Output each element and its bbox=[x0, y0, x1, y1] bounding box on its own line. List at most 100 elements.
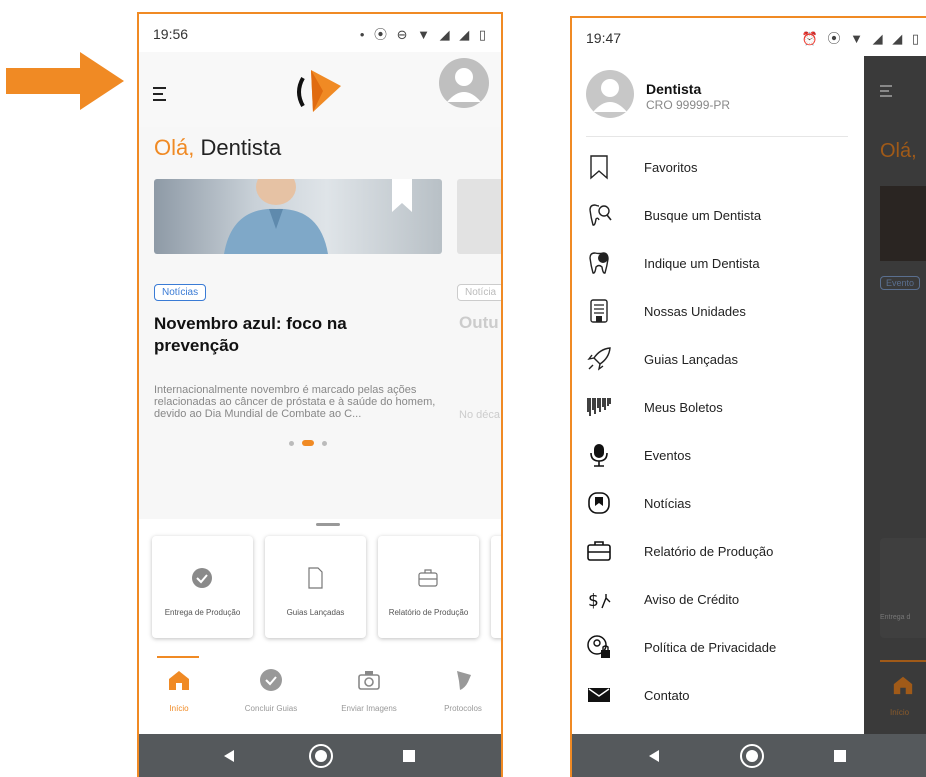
background-tab-label: Início bbox=[890, 708, 910, 717]
menu-item-label: Aviso de Crédito bbox=[644, 592, 740, 607]
recents-button[interactable] bbox=[820, 734, 860, 777]
android-nav-bar bbox=[572, 734, 926, 777]
back-triangle-icon bbox=[649, 749, 659, 762]
next-news-title: Outu bbox=[459, 313, 499, 332]
menu-item-label: Contato bbox=[644, 688, 690, 703]
menu-item-label: Relatório de Produção bbox=[644, 544, 774, 559]
status-time: 19:56 bbox=[153, 26, 189, 42]
menu-item-label: Guias Lançadas bbox=[644, 352, 738, 367]
envelope-icon bbox=[588, 688, 610, 702]
status-bar: 19:56 • ⦿ ⊖ ▼ ◢ ◢ ▯ bbox=[139, 14, 501, 52]
tab-label: Protocolos bbox=[444, 704, 482, 713]
news-icon bbox=[588, 492, 610, 514]
shield-icon bbox=[457, 671, 471, 690]
phone-home-screen: 19:56 • ⦿ ⊖ ▼ ◢ ◢ ▯ Olá, Dentista Notíci… bbox=[137, 12, 503, 777]
menu-item-guias-lancadas[interactable]: Guias Lançadas bbox=[572, 338, 864, 386]
menu-item-label: Nossas Unidades bbox=[644, 304, 746, 319]
menu-item-meus-boletos[interactable]: Meus Boletos bbox=[572, 386, 864, 434]
tab-concluir-guias[interactable]: Concluir Guias bbox=[231, 656, 311, 724]
quick-action-relatorio[interactable]: Relatório de Produção bbox=[378, 536, 479, 638]
background-greeting: Olá, bbox=[880, 140, 917, 162]
status-icons: • ⦿ ⊖ ▼ ◢ ◢ ▯ bbox=[359, 27, 489, 42]
next-news-tag: Notícia bbox=[457, 284, 501, 301]
building-icon bbox=[590, 299, 608, 323]
menu-icon[interactable] bbox=[147, 76, 183, 112]
background-quick-card bbox=[880, 538, 926, 638]
menu-item-label: Indique um Dentista bbox=[644, 256, 760, 271]
profile-name: Dentista bbox=[646, 81, 702, 97]
profile-cro: CRO 99999-PR bbox=[646, 98, 731, 112]
briefcase-icon bbox=[418, 569, 438, 587]
menu-item-noticias[interactable]: Notícias bbox=[572, 482, 864, 530]
money-icon: $ bbox=[588, 591, 611, 611]
background-card-label: Entrega d bbox=[880, 614, 911, 621]
check-circle-icon bbox=[260, 669, 282, 691]
carousel-dots bbox=[289, 440, 327, 446]
quick-action-label: Guias Lançadas bbox=[286, 608, 345, 617]
quick-action-guias[interactable]: Guias Lançadas bbox=[265, 536, 366, 638]
tab-protocolos[interactable]: Protocolos bbox=[423, 656, 501, 724]
home-circle-icon bbox=[309, 743, 333, 768]
home-button[interactable] bbox=[732, 734, 772, 777]
user-icon bbox=[593, 79, 627, 112]
background-home-icon bbox=[893, 676, 913, 695]
quick-action-label: Entrega de Produção bbox=[164, 608, 241, 617]
menu-item-contato[interactable]: Contato bbox=[572, 674, 864, 722]
menu-item-eventos[interactable]: Eventos bbox=[572, 434, 864, 482]
briefcase-icon bbox=[587, 541, 611, 561]
user-lock-icon bbox=[587, 635, 610, 658]
android-nav-bar bbox=[139, 734, 501, 777]
menu-item-nossas-unidades[interactable]: Nossas Unidades bbox=[572, 290, 864, 338]
home-button[interactable] bbox=[301, 734, 341, 777]
quick-action-more[interactable] bbox=[491, 536, 501, 638]
carousel-dot[interactable] bbox=[322, 440, 327, 446]
menu-item-favoritos[interactable]: Favoritos bbox=[572, 146, 864, 194]
menu-item-label: Eventos bbox=[644, 448, 691, 463]
home-icon bbox=[169, 671, 189, 690]
menu-item-aviso-credito[interactable]: $ Aviso de Crédito bbox=[572, 578, 864, 626]
menu-item-indique-dentista[interactable]: Indique um Dentista bbox=[572, 242, 864, 290]
app-logo-icon bbox=[297, 70, 341, 112]
back-button[interactable] bbox=[634, 734, 674, 777]
barcode-icon bbox=[587, 398, 611, 416]
phone-drawer-screen: 19:47 ⏰ ⦿ ▼ ◢ ◢ ▯ Olá, Evento Entrega d … bbox=[570, 16, 926, 777]
menu-item-label: Meus Boletos bbox=[644, 400, 723, 415]
navigation-drawer: Dentista CRO 99999-PR Favoritos Busque u… bbox=[572, 56, 864, 736]
camera-icon bbox=[358, 671, 380, 690]
active-tab-indicator bbox=[157, 656, 199, 658]
page-title: Olá, Dentista bbox=[154, 135, 282, 160]
background-menu-icon bbox=[880, 85, 892, 97]
background-card-image bbox=[880, 186, 926, 261]
person-photo-icon bbox=[224, 179, 412, 254]
quick-action-entrega[interactable]: Entrega de Produção bbox=[152, 536, 253, 638]
next-news-card-image[interactable] bbox=[457, 179, 501, 254]
recents-button[interactable] bbox=[389, 734, 429, 777]
app-header bbox=[139, 52, 501, 127]
sheet-drag-handle[interactable] bbox=[316, 523, 340, 526]
menu-item-politica-privacidade[interactable]: Política de Privacidade bbox=[572, 626, 864, 674]
news-card-image[interactable] bbox=[154, 179, 442, 254]
svg-text:$: $ bbox=[588, 591, 599, 611]
news-title[interactable]: Novembro azul: foco na prevenção bbox=[154, 313, 414, 357]
menu-item-relatorio-producao[interactable]: Relatório de Produção bbox=[572, 530, 864, 578]
menu-item-label: Favoritos bbox=[644, 160, 698, 175]
carousel-dot[interactable] bbox=[289, 440, 294, 446]
back-button[interactable] bbox=[209, 734, 249, 777]
tab-inicio[interactable]: Início bbox=[139, 656, 219, 724]
menu-item-busque-dentista[interactable]: Busque um Dentista bbox=[572, 194, 864, 242]
menu-item-label: Política de Privacidade bbox=[644, 640, 777, 655]
bookmark-icon bbox=[590, 155, 608, 180]
background-tab-indicator bbox=[880, 660, 926, 662]
menu-item-label: Notícias bbox=[644, 496, 691, 511]
background-tag: Evento bbox=[880, 276, 921, 290]
carousel-dot-active[interactable] bbox=[302, 440, 314, 446]
check-circle-icon bbox=[192, 568, 212, 588]
menu-item-label: Busque um Dentista bbox=[644, 208, 762, 223]
avatar[interactable] bbox=[439, 58, 489, 108]
rocket-icon bbox=[587, 347, 611, 371]
avatar[interactable] bbox=[586, 70, 634, 118]
tooth-share-icon bbox=[589, 252, 609, 274]
news-tag[interactable]: Notícias bbox=[154, 284, 207, 301]
tab-label: Início bbox=[169, 704, 189, 713]
tab-enviar-imagens[interactable]: Enviar Imagens bbox=[329, 656, 409, 724]
